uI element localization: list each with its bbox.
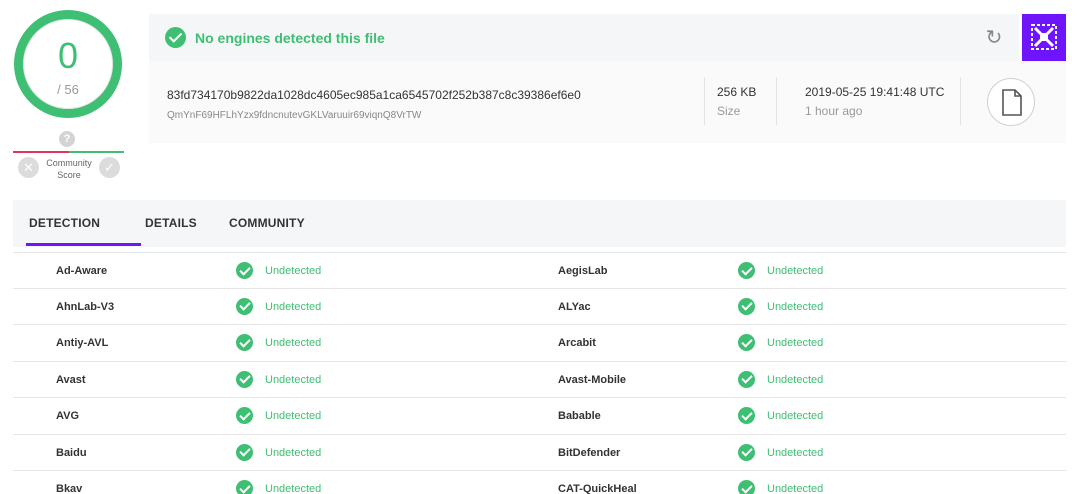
engine-name: Antiy-AVL — [56, 337, 109, 349]
community-bar-malicious — [13, 151, 69, 153]
detection-score-ring: 0 / 56 — [14, 10, 122, 118]
table-row: Antiy-AVL Undetected Arcabit Undetected — [13, 325, 1066, 362]
active-tab-indicator — [26, 243, 141, 246]
check-circle-icon — [165, 27, 186, 48]
table-row: AhnLab-V3 Undetected ALYac Undetected — [13, 289, 1066, 325]
table-row: Ad-Aware Undetected AegisLab Undetected — [13, 252, 1066, 289]
engine-name: Ad-Aware — [56, 265, 108, 277]
check-circle-icon — [236, 480, 253, 494]
table-row: Bkav Undetected CAT-QuickHeal Undetected — [13, 471, 1066, 494]
file-info-panel: 83fd734170b9822da1028dc4605ec985a1ca6545… — [149, 61, 1066, 143]
divider — [960, 77, 961, 125]
engine-name: Avast — [56, 373, 86, 386]
tab-details[interactable]: DETAILS — [145, 216, 197, 230]
question-icon[interactable]: ? — [59, 131, 75, 147]
file-ipfs-hash[interactable]: QmYnF69HFLhYzx9fdncnutevGKLVaruuir69viqn… — [167, 110, 421, 121]
table-row: AVG Undetected Babable Undetected — [13, 398, 1066, 435]
table-row: Avast Undetected Avast-Mobile Undetected — [13, 362, 1066, 398]
community-score: ? ✕ Community Score ✓ — [13, 131, 124, 185]
engine-name: Babable — [558, 410, 601, 422]
status-message: No engines detected this file — [195, 30, 385, 46]
check-circle-icon — [738, 262, 755, 279]
engine-name: Arcabit — [558, 337, 596, 349]
tab-detection[interactable]: DETECTION — [29, 216, 100, 230]
check-circle-icon — [236, 262, 253, 279]
analysis-date-relative: 1 hour ago — [805, 104, 863, 118]
file-size-value: 256 KB — [717, 85, 757, 99]
tab-bar: DETECTION DETAILS COMMUNITY — [13, 200, 1066, 247]
vote-harmless-icon[interactable]: ✓ — [99, 157, 120, 178]
community-score-label: Community Score — [46, 158, 92, 180]
divider — [704, 77, 705, 125]
engine-total: / 56 — [57, 82, 79, 97]
engine-name: Bkav — [56, 483, 83, 494]
engine-name: BitDefender — [558, 446, 621, 459]
check-circle-icon — [236, 443, 253, 461]
check-circle-icon — [738, 370, 755, 388]
status-banner: No engines detected this file ↻ — [149, 14, 1019, 61]
engine-name: AegisLab — [558, 265, 608, 277]
check-circle-icon — [236, 297, 253, 315]
tab-community[interactable]: COMMUNITY — [229, 216, 305, 230]
file-icon — [987, 78, 1035, 126]
community-bar-harmless — [69, 151, 124, 153]
check-circle-icon — [738, 480, 755, 494]
vote-malicious-icon[interactable]: ✕ — [18, 157, 39, 178]
file-size-label: Size — [717, 104, 741, 118]
analysis-date: 2019-05-25 19:41:48 UTC — [805, 85, 945, 99]
engine-name: Baidu — [56, 446, 87, 459]
check-circle-icon — [236, 334, 253, 351]
engine-name: AhnLab-V3 — [56, 300, 115, 313]
file-hash[interactable]: 83fd734170b9822da1028dc4605ec985a1ca6545… — [167, 88, 581, 102]
virustotal-logo[interactable] — [1022, 14, 1066, 61]
detection-count: 0 — [57, 35, 79, 76]
check-circle-icon — [738, 443, 755, 461]
detection-table: Ad-Aware Undetected AegisLab Undetected … — [13, 252, 1066, 494]
check-circle-icon — [738, 334, 755, 351]
check-circle-icon — [236, 370, 253, 388]
table-row: Baidu Undetected BitDefender Undetected — [13, 435, 1066, 471]
engine-name: CAT-QuickHeal — [558, 483, 637, 494]
engine-name: Avast-Mobile — [558, 373, 627, 386]
check-circle-icon — [738, 297, 755, 315]
reload-icon[interactable]: ↻ — [983, 27, 1005, 49]
check-circle-icon — [236, 407, 253, 424]
engine-name: ALYac — [558, 300, 591, 313]
engine-name: AVG — [56, 410, 80, 422]
divider — [776, 77, 777, 125]
check-circle-icon — [738, 407, 755, 424]
